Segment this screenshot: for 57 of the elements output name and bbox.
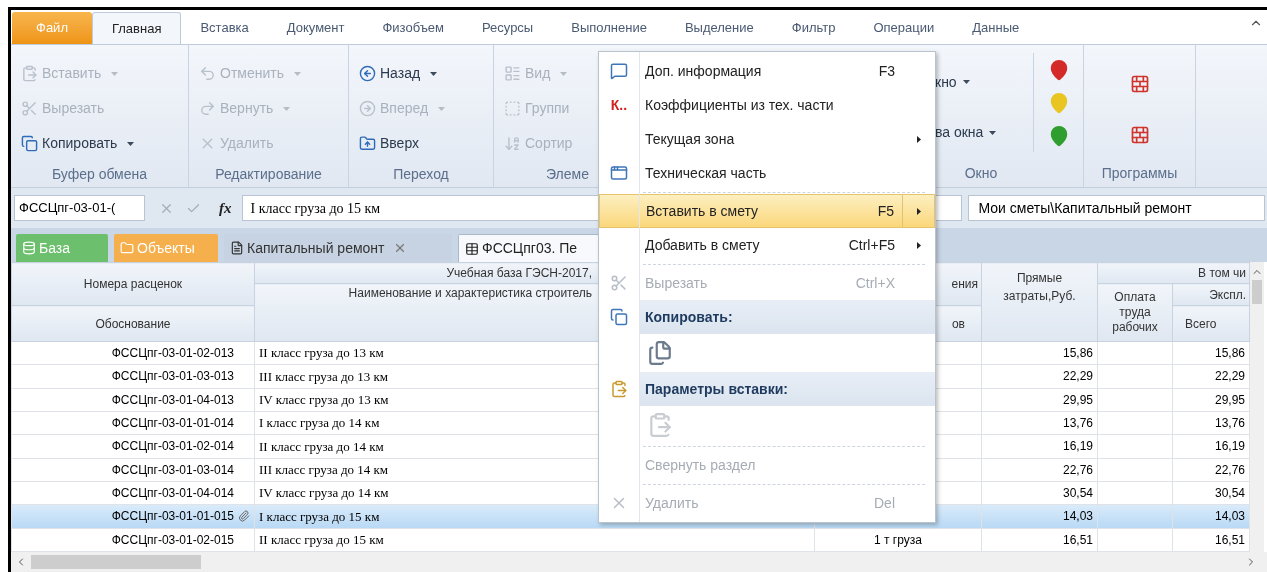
- menu-icon-text: К..: [610, 95, 628, 115]
- table-cell: 15,86: [1062, 346, 1093, 361]
- table-cell: IV класс груза до 13 км: [259, 392, 389, 408]
- column-header: Номера расценок: [83, 277, 183, 291]
- table-cell: 29,95: [1062, 392, 1093, 407]
- table-cell: 13,76: [1215, 416, 1245, 431]
- table-cell: 14,03: [1215, 509, 1245, 524]
- table-cell: 30,54: [1062, 486, 1093, 501]
- column-header: Оплата труда рабочих: [1112, 290, 1158, 334]
- table-cell-text: ФССЦпг-03-01-04-013: [111, 391, 234, 409]
- table-cell: I класс груза до 15 км: [259, 508, 380, 524]
- group-label: Программы: [1101, 164, 1178, 183]
- table-cell-text: ФССЦпг-03-01-03-014: [111, 461, 234, 479]
- table-cell-text: ФССЦпг-03-01-02-014: [111, 438, 234, 456]
- table-cell: 1 т груза: [874, 532, 922, 547]
- column-header: Обоснование: [95, 316, 171, 331]
- table-cell: II класс груза до 13 км: [259, 345, 384, 361]
- table-cell: III класс груза до 13 км: [259, 368, 389, 384]
- group-label: Окно: [964, 164, 998, 183]
- table-cell: 30,54: [1215, 486, 1245, 501]
- table-cell: 14,03: [1062, 509, 1093, 524]
- table-cell: I класс груза до 14 км: [259, 415, 380, 431]
- table-cell-text: ФССЦпг-03-01-04-014: [111, 485, 234, 503]
- column-header: В том чи: [1198, 266, 1246, 280]
- table-cell-text: ФССЦпг-03-01-02-013: [111, 345, 234, 363]
- table-cell: 29,95: [1215, 392, 1245, 407]
- table-cell: III класс груза до 14 км: [259, 462, 389, 478]
- table-cell: 15,86: [1215, 346, 1245, 361]
- table-cell-text: ФССЦпг-03-01-01-014: [111, 415, 234, 433]
- table-cell: 22,76: [1062, 462, 1093, 477]
- table-cell-text: ФССЦпг-03-01-02-015: [111, 531, 234, 549]
- table-cell: II класс груза до 15 км: [259, 532, 384, 548]
- menu-section-header: Параметры вставки:: [639, 372, 935, 406]
- group-label: Буфер обмена: [51, 164, 148, 184]
- table-cell: 16,19: [1215, 439, 1245, 454]
- table-cell: IV класс груза до 14 км: [259, 485, 389, 501]
- column-header: Экспл.: [1209, 287, 1246, 302]
- group-label: Переход: [393, 164, 449, 184]
- table-cell: II класс груза до 14 км: [259, 438, 384, 454]
- column-header: ов: [951, 316, 965, 331]
- table-cell: 22,76: [1215, 462, 1245, 477]
- table-cell-text: ФССЦпг-03-01-03-013: [111, 368, 234, 386]
- table-cell: 16,19: [1062, 439, 1093, 454]
- table-cell: 16,51: [1215, 532, 1245, 547]
- column-header: Наименование и характеристика строитель: [348, 286, 592, 300]
- column-header: Всего: [1185, 316, 1217, 331]
- table-cell-text: ФССЦпг-03-01-01-015: [111, 508, 234, 526]
- menu-section-header: Копировать:: [639, 300, 935, 334]
- table-cell: 16,51: [1062, 532, 1093, 547]
- group-label: Редактирование: [215, 164, 322, 184]
- table-cell: 22,29: [1215, 369, 1245, 384]
- column-header: Прямые затраты,Руб.: [1003, 271, 1076, 303]
- group-label: Элеме: [546, 164, 589, 184]
- column-header: Учебная база ГЭСН-2017,: [446, 266, 592, 280]
- table-cell: 22,29: [1062, 369, 1093, 384]
- column-header: ения: [951, 277, 978, 291]
- table-cell: 13,76: [1062, 416, 1093, 431]
